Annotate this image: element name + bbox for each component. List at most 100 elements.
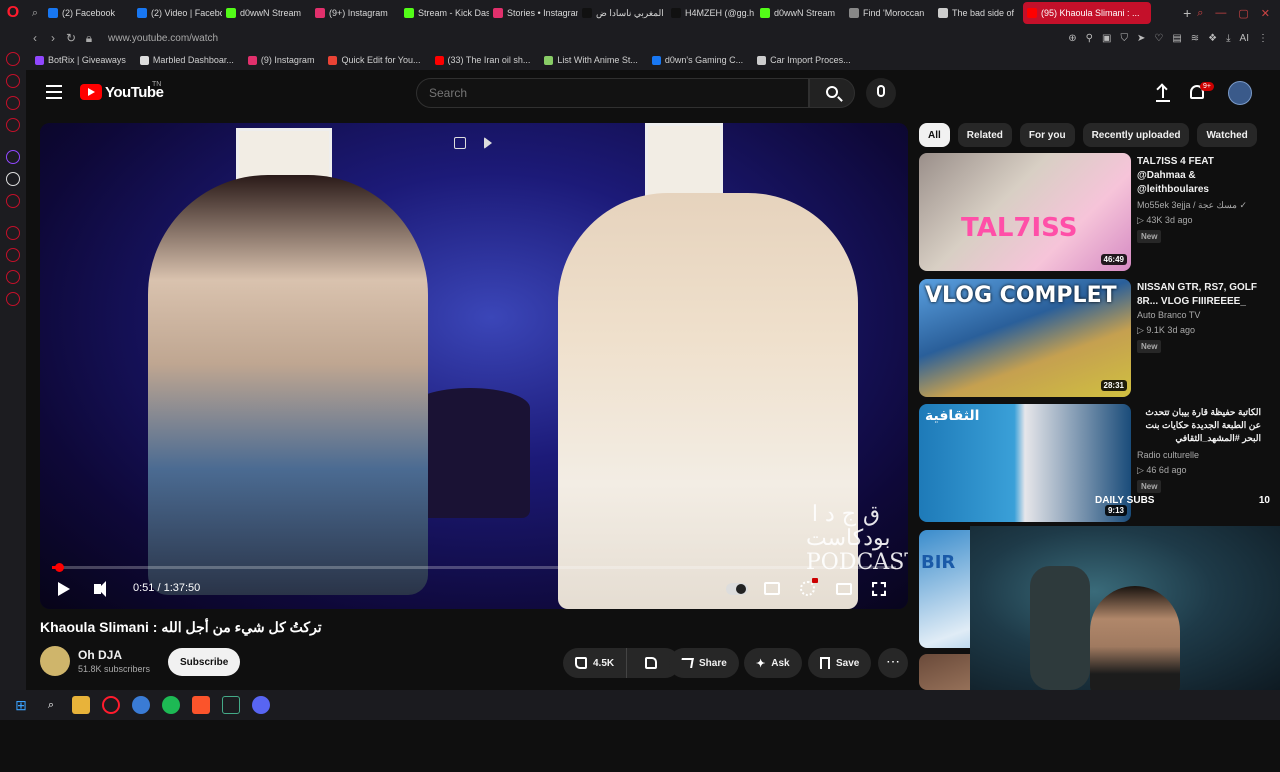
bookmark-item[interactable]: Car Import Proces... [757,55,851,65]
filter-chip[interactable]: Watched [1197,123,1257,147]
spotify-icon[interactable] [162,696,180,714]
recommendation-item[interactable]: TAL7ISS 46:49 TAL7ISS 4 FEAT @Dahmaa & @… [919,153,1269,271]
channel-name[interactable]: Oh DJA [78,648,122,662]
more-actions-button[interactable]: ⋯ [878,648,908,678]
sidebar-bag-icon[interactable] [6,74,20,88]
settings-gear-icon[interactable] [800,581,815,596]
sidebar-player-icon[interactable] [6,194,20,208]
bookmark-item[interactable]: (9) Instagram [247,55,314,65]
filter-chip[interactable]: Recently uploaded [1082,123,1190,147]
upload-icon[interactable] [1156,84,1170,102]
browser-tab[interactable]: (95) Khaoula Slimani : ... [1023,2,1151,24]
avatar[interactable] [1228,81,1252,105]
browser-tab[interactable]: The bad side of [934,2,1023,24]
forward-icon[interactable]: › [44,31,62,45]
browser-tab[interactable]: Stream - Kick Dash [400,2,489,24]
progress-bar[interactable] [52,563,896,572]
pin-icon[interactable]: ⚲ [1086,33,1093,44]
recommendation-title[interactable]: NISSAN GTR, RS7, GOLF 8R... VLOG FIIIREE… [1137,281,1261,309]
sidebar-twitch-icon[interactable] [6,150,20,164]
maximize-icon[interactable]: ▢ [1238,7,1248,20]
back-icon[interactable]: ‹ [26,31,44,45]
send-icon[interactable]: ➤ [1137,33,1145,44]
ask-button[interactable]: ✦ Ask [744,648,802,678]
hamburger-menu-icon[interactable] [46,85,62,99]
recommendation-item[interactable]: VLOG COMPLET 28:31 NISSAN GTR, RS7, GOLF… [919,279,1269,397]
sidebar-opera-icon[interactable] [6,52,20,66]
search-button[interactable] [809,78,855,108]
sidebar-instagram-icon[interactable] [6,118,20,132]
volume-icon[interactable] [94,581,106,597]
captions-icon[interactable] [764,582,780,595]
download-icon[interactable]: ⤓ [1226,33,1230,44]
recommendation-channel[interactable]: Radio culturelle [1137,450,1199,460]
xbox-icon[interactable] [222,696,240,714]
bookmark-item[interactable]: BotRix | Giveaways [35,55,126,65]
next-video-icon[interactable] [484,137,492,149]
close-window-icon[interactable]: ✕ [1261,7,1270,20]
new-tab-button[interactable]: + [1177,5,1197,21]
filter-chip[interactable]: Related [957,123,1012,147]
filter-chip[interactable]: All [919,123,950,147]
miniplayer-icon[interactable] [836,583,852,595]
app-icon[interactable] [132,696,150,714]
volume-ext-icon[interactable]: ≋ [1191,33,1199,44]
dislike-button[interactable] [633,648,669,678]
recommendation-title[interactable]: TAL7ISS 4 FEAT @Dahmaa & @leithboulares [1137,155,1261,197]
video-thumbnail[interactable]: VLOG COMPLET [919,279,1131,397]
youtube-logo-icon[interactable] [80,84,102,100]
recommendation-channel[interactable]: Auto Branco TV [1137,310,1200,320]
subscribe-button[interactable]: Subscribe [168,648,241,676]
browser-tab[interactable]: (9+) Instagram [311,2,400,24]
fullscreen-icon[interactable] [872,582,886,596]
sidebar-cube-icon[interactable] [6,270,20,284]
bookmark-item[interactable]: List With Anime St... [544,55,638,65]
share-button[interactable]: Share [669,648,739,678]
sidebar-history-icon[interactable] [6,248,20,262]
ai-icon[interactable]: AI [1240,33,1249,44]
url-field[interactable]: www.youtube.com/watch [108,33,218,44]
snapshot-icon[interactable]: ▣ [1102,33,1111,44]
browser-tab[interactable]: Stories • Instagram [489,2,578,24]
video-player[interactable]: ق ج د ا بودكاست PODCAST 0:51 / 1:37:50 [40,123,908,609]
browser-tab[interactable]: Find 'Moroccan [845,2,934,24]
heart-icon[interactable]: ♡ [1154,33,1163,44]
zoom-icon[interactable]: ⊕ [1068,33,1076,44]
opera-browser-icon[interactable] [102,696,120,714]
recommendation-channel[interactable]: Mo55ek 3ejja / مسك عجة ✓ [1137,200,1247,211]
tab-search-icon[interactable]: ⌕ [26,0,44,26]
autoplay-toggle[interactable] [726,583,748,595]
minimize-icon[interactable]: — [1215,7,1226,20]
sidebar-messenger-icon[interactable] [6,96,20,110]
sidebar-settings-icon[interactable] [6,292,20,306]
recommendation-title[interactable]: الكاتبة حفيظة قارة بيبان تتحدث عن الطبعة… [1137,406,1261,445]
bookmark-item[interactable]: Marbled Dashboar... [139,55,234,65]
file-explorer-icon[interactable] [72,696,90,714]
search-icon[interactable]: ⌕ [42,696,60,714]
browser-tab[interactable]: d0wwN Stream [756,2,845,24]
bookmark-item[interactable]: Quick Edit for You... [328,55,421,65]
like-button[interactable]: 4.5K [563,648,628,678]
extension-icon[interactable]: ▤ [1172,33,1181,44]
browser-tab[interactable]: d0wwN Stream [222,2,311,24]
save-button[interactable]: Save [808,648,872,678]
windows-start-icon[interactable]: ⊞ [12,696,30,714]
reload-icon[interactable]: ↻ [62,31,80,45]
browser-tab[interactable]: (2) Facebook [44,2,133,24]
sidebar-clock-icon[interactable] [6,226,20,240]
shield-icon[interactable]: ⛉ [1120,33,1128,44]
search-tabs-icon[interactable]: ⌕ [1197,7,1203,20]
browser-tab[interactable]: (2) Video | Facebook [133,2,222,24]
play-icon[interactable] [58,582,70,596]
opera-logo-icon[interactable]: O [0,0,26,26]
channel-avatar[interactable] [40,646,70,676]
browser-tab[interactable]: H4MZEH (@gg.h [667,2,756,24]
search-input[interactable] [416,78,809,108]
lock-icon[interactable]: 🔒︎ [80,31,98,46]
picture-in-picture-icon[interactable] [454,137,466,149]
bookmark-item[interactable]: d0wn's Gaming C... [651,55,743,65]
filter-chip[interactable]: For you [1019,123,1075,147]
menu-dots-icon[interactable]: ⋮ [1258,33,1268,44]
sidebar-x-icon[interactable] [6,172,20,186]
brave-icon[interactable] [192,696,210,714]
